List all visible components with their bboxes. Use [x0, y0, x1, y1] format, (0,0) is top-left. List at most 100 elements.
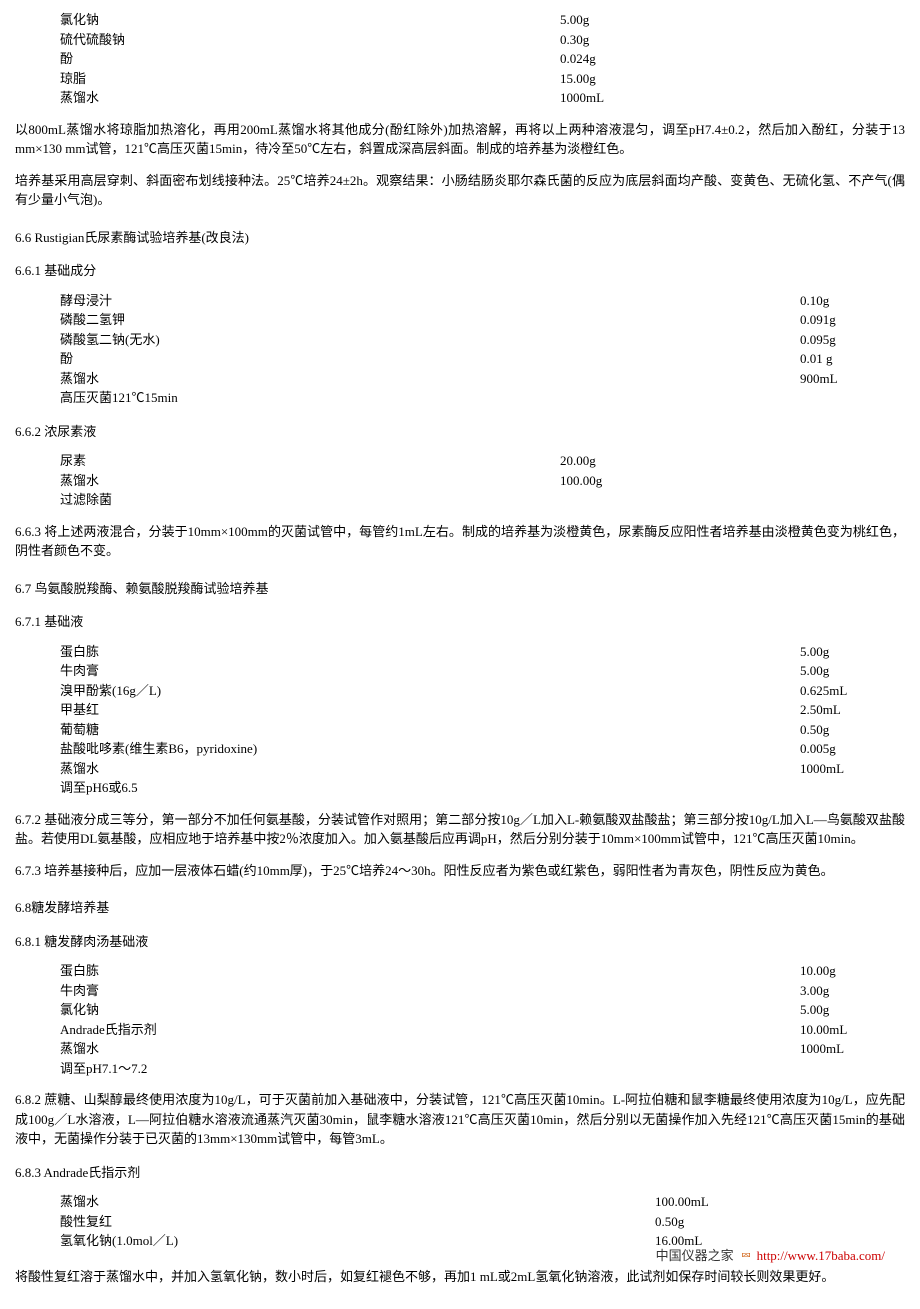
ingredient-name: 高压灭菌121℃15min: [60, 388, 800, 408]
ingredient-row: Andrade氏指示剂 10.00mL: [15, 1020, 905, 1040]
ingredient-row: 甲基红 2.50mL: [15, 700, 905, 720]
ingredient-amount: 900mL: [800, 369, 838, 389]
footer: 中国仪器之家 ⮹ http://www.17baba.com/: [15, 1246, 905, 1266]
ingredient-row: 蒸馏水 900mL: [15, 369, 905, 389]
footer-link[interactable]: http://www.17baba.com/: [757, 1246, 885, 1266]
ingredient-name: 蒸馏水: [60, 369, 800, 389]
ingredient-row: 琼脂 15.00g: [15, 69, 905, 89]
ingredient-name: 蛋白胨: [60, 961, 800, 981]
ingredient-list-683: 蒸馏水 100.00mL 酸性复红 0.50g 氢氧化钠(1.0mol／L) 1…: [15, 1192, 905, 1251]
ingredient-row: 葡萄糖 0.50g: [15, 720, 905, 740]
ingredient-row: 磷酸氢二钠(无水) 0.095g: [15, 330, 905, 350]
ingredient-amount: 0.024g: [560, 49, 596, 69]
ingredient-amount: 5.00g: [800, 642, 829, 662]
ingredient-row: 盐酸吡哆素(维生素B6，pyridoxine) 0.005g: [15, 739, 905, 759]
ingredient-name: 牛肉膏: [60, 981, 800, 1001]
ingredient-row: 蒸馏水 1000mL: [15, 1039, 905, 1059]
heading-6-8: 6.8糖发酵培养基: [15, 898, 905, 918]
ingredient-name: 蒸馏水: [60, 88, 560, 108]
ingredient-row: 氯化钠 5.00g: [15, 10, 905, 30]
ingredient-amount: 0.01 g: [800, 349, 833, 369]
ingredient-amount: 0.10g: [800, 291, 829, 311]
ingredient-row: 酸性复红 0.50g: [15, 1212, 905, 1232]
home-icon: ⮹: [741, 1246, 751, 1266]
heading-6-6-2: 6.6.2 浓尿素液: [15, 422, 905, 442]
ingredient-name: 调至pH6或6.5: [60, 778, 800, 798]
paragraph-6-7-3: 6.7.3 培养基接种后，应加一层液体石蜡(约10mm厚)，于25℃培养24～3…: [15, 861, 905, 881]
ingredient-amount: 1000mL: [800, 1039, 844, 1059]
paragraph-6-6-3: 6.6.3 将上述两液混合，分装于10mm×100mm的灭菌试管中，每管约1mL…: [15, 522, 905, 561]
ingredient-name: 调至pH7.1～7.2: [60, 1059, 800, 1079]
ingredient-name: 磷酸氢二钠(无水): [60, 330, 800, 350]
ingredient-list-662: 尿素 20.00g 蒸馏水 100.00g 过滤除菌: [15, 451, 905, 510]
ingredient-name: 酵母浸汁: [60, 291, 800, 311]
ingredient-amount: 100.00mL: [655, 1192, 709, 1212]
ingredient-row: 蒸馏水 1000mL: [15, 759, 905, 779]
ingredient-amount: 0.30g: [560, 30, 589, 50]
ingredient-row: 尿素 20.00g: [15, 451, 905, 471]
ingredient-amount: 1000mL: [560, 88, 604, 108]
ingredient-row: 溴甲酚紫(16g／L) 0.625mL: [15, 681, 905, 701]
ingredient-row: 酵母浸汁 0.10g: [15, 291, 905, 311]
ingredient-name: 溴甲酚紫(16g／L): [60, 681, 800, 701]
ingredient-list-top: 氯化钠 5.00g 硫代硫酸钠 0.30g 酚 0.024g 琼脂 15.00g…: [15, 10, 905, 108]
paragraph-final: 将酸性复红溶于蒸馏水中，并加入氢氧化钠，数小时后，如复红褪色不够，再加1 mL或…: [15, 1267, 905, 1287]
paragraph-prep1: 以800mL蒸馏水将琼脂加热溶化，再用200mL蒸馏水将其他成分(酚红除外)加热…: [15, 120, 905, 159]
ingredient-name: 甲基红: [60, 700, 800, 720]
ingredient-name: 过滤除菌: [60, 490, 560, 510]
ingredient-row: 蒸馏水 1000mL: [15, 88, 905, 108]
heading-6-7-1: 6.7.1 基础液: [15, 612, 905, 632]
ingredient-row: 高压灭菌121℃15min: [15, 388, 905, 408]
ingredient-name: 酚: [60, 349, 800, 369]
ingredient-amount: 5.00g: [560, 10, 589, 30]
ingredient-name: 磷酸二氢钾: [60, 310, 800, 330]
ingredient-amount: 3.00g: [800, 981, 829, 1001]
ingredient-name: 葡萄糖: [60, 720, 800, 740]
ingredient-row: 牛肉膏 3.00g: [15, 981, 905, 1001]
ingredient-row: 氯化钠 5.00g: [15, 1000, 905, 1020]
ingredient-name: 蒸馏水: [60, 471, 560, 491]
paragraph-6-8-2: 6.8.2 蔗糖、山梨醇最终使用浓度为10g/L，可于灭菌前加入基础液中，分装试…: [15, 1090, 905, 1149]
ingredient-amount: 0.625mL: [800, 681, 847, 701]
ingredient-name: Andrade氏指示剂: [60, 1020, 800, 1040]
ingredient-row: 蒸馏水 100.00g: [15, 471, 905, 491]
ingredient-amount: 10.00g: [800, 961, 836, 981]
ingredient-amount: 1000mL: [800, 759, 844, 779]
ingredient-amount: 15.00g: [560, 69, 596, 89]
ingredient-name: 蛋白胨: [60, 642, 800, 662]
ingredient-amount: 5.00g: [800, 661, 829, 681]
ingredient-row: 酚 0.024g: [15, 49, 905, 69]
ingredient-row: 磷酸二氢钾 0.091g: [15, 310, 905, 330]
ingredient-amount: 0.50g: [655, 1212, 684, 1232]
ingredient-row: 酚 0.01 g: [15, 349, 905, 369]
ingredient-name: 尿素: [60, 451, 560, 471]
ingredient-name: 蒸馏水: [60, 1039, 800, 1059]
ingredient-name: 牛肉膏: [60, 661, 800, 681]
ingredient-amount: 0.095g: [800, 330, 836, 350]
ingredient-amount: 100.00g: [560, 471, 602, 491]
heading-6-8-3: 6.8.3 Andrade氏指示剂: [15, 1163, 905, 1183]
ingredient-amount: 10.00mL: [800, 1020, 847, 1040]
ingredient-list-671: 蛋白胨 5.00g 牛肉膏 5.00g 溴甲酚紫(16g／L) 0.625mL …: [15, 642, 905, 798]
heading-6-8-1: 6.8.1 糖发酵肉汤基础液: [15, 932, 905, 952]
ingredient-name: 氯化钠: [60, 1000, 800, 1020]
paragraph-6-7-2: 6.7.2 基础液分成三等分，第一部分不加任何氨基酸，分装试管作对照用；第二部分…: [15, 810, 905, 849]
ingredient-amount: 0.091g: [800, 310, 836, 330]
ingredient-name: 酚: [60, 49, 560, 69]
ingredient-row: 蒸馏水 100.00mL: [15, 1192, 905, 1212]
ingredient-name: 琼脂: [60, 69, 560, 89]
heading-6-7: 6.7 鸟氨酸脱羧酶、赖氨酸脱羧酶试验培养基: [15, 579, 905, 599]
paragraph-prep2: 培养基采用高层穿刺、斜面密布划线接种法。25℃培养24±2h。观察结果：小肠结肠…: [15, 171, 905, 210]
ingredient-row: 调至pH6或6.5: [15, 778, 905, 798]
ingredient-list-661: 酵母浸汁 0.10g 磷酸二氢钾 0.091g 磷酸氢二钠(无水) 0.095g…: [15, 291, 905, 408]
ingredient-name: 硫代硫酸钠: [60, 30, 560, 50]
ingredient-amount: 2.50mL: [800, 700, 841, 720]
ingredient-row: 过滤除菌: [15, 490, 905, 510]
ingredient-name: 蒸馏水: [60, 759, 800, 779]
footer-brand: 中国仪器之家: [656, 1246, 734, 1266]
heading-6-6-1: 6.6.1 基础成分: [15, 261, 905, 281]
ingredient-name: 氯化钠: [60, 10, 560, 30]
ingredient-row: 硫代硫酸钠 0.30g: [15, 30, 905, 50]
ingredient-amount: 20.00g: [560, 451, 596, 471]
ingredient-name: 蒸馏水: [60, 1192, 655, 1212]
